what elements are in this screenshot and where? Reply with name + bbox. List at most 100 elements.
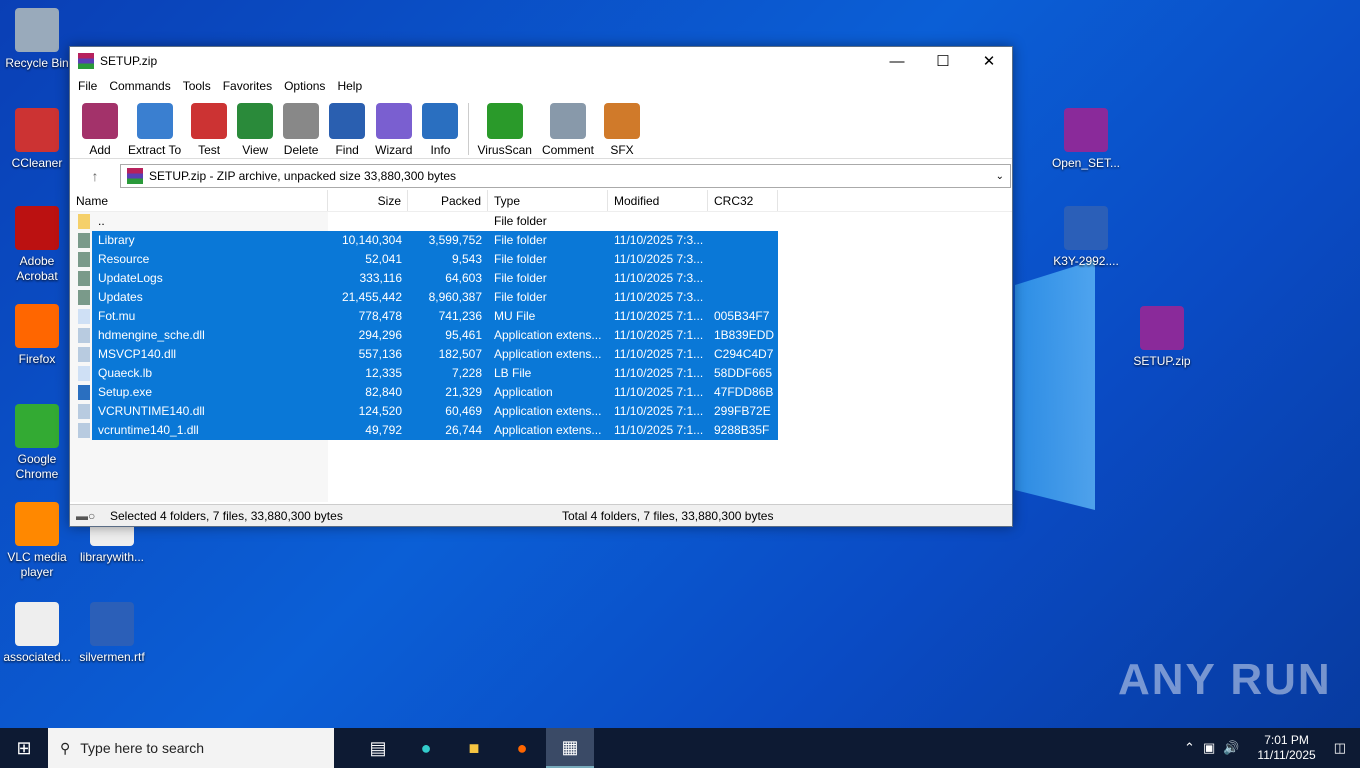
toolbar-extract-to-button[interactable]: Extract To [128, 103, 181, 157]
desktop-icon-image [15, 108, 59, 152]
toolbar-label: Test [198, 143, 221, 157]
desktop-icon[interactable]: Google Chrome [0, 404, 75, 482]
winrar-icon [78, 53, 94, 69]
title-bar[interactable]: SETUP.zip — ☐ ✕ [70, 47, 1012, 75]
desktop-icon[interactable]: Recycle Bin [0, 8, 75, 71]
cell-modified: 11/10/2025 7:1... [614, 309, 704, 323]
column-type[interactable]: Type [488, 190, 608, 211]
cell-packed: 21,329 [445, 385, 482, 399]
file-row[interactable]: Resource 52,041 9,543 File folder 11/10/2025… [70, 250, 1012, 269]
cell-name: Updates [98, 290, 143, 304]
toolbar-comment-button[interactable]: Comment [542, 103, 594, 157]
column-crc32[interactable]: CRC32 [708, 190, 778, 211]
folder-icon [78, 271, 90, 286]
desktop-icon[interactable]: associated... [0, 602, 75, 665]
toolbar-label: Add [89, 143, 111, 157]
desktop-icon-label: K3Y-2992.... [1053, 254, 1119, 268]
file-row[interactable]: UpdateLogs 333,116 64,603 File folder 11/10/… [70, 269, 1012, 288]
toolbar-find-button[interactable]: Find [329, 103, 366, 157]
toolbar-sfx-button[interactable]: SFX [603, 103, 640, 157]
task-view-icon[interactable]: ▤ [354, 728, 402, 768]
network-icon[interactable]: ▣ [1203, 740, 1215, 756]
column-modified[interactable]: Modified [608, 190, 708, 211]
desktop-icon[interactable]: K3Y-2992.... [1048, 206, 1124, 269]
file-row[interactable]: MSVCP140.dll 557,136 182,507 Application ex… [70, 345, 1012, 364]
desktop-icon[interactable]: VLC media player [0, 502, 75, 580]
menu-favorites[interactable]: Favorites [217, 79, 278, 93]
menu-tools[interactable]: Tools [177, 79, 217, 93]
edge-icon[interactable]: ● [402, 728, 450, 768]
file-row[interactable]: Quaeck.lb 12,335 7,228 LB File 11/10/2025 7:… [70, 364, 1012, 383]
toolbar-add-button[interactable]: Add [82, 103, 118, 157]
desktop-icon-label: VLC media player [7, 550, 67, 579]
firefox-icon[interactable]: ● [498, 728, 546, 768]
file-row[interactable]: Fot.mu 778,478 741,236 MU File 11/10/2025 7:… [70, 307, 1012, 326]
desktop-icon-image [15, 8, 59, 52]
volume-icon[interactable]: 🔊 [1223, 740, 1239, 756]
close-button[interactable]: ✕ [966, 47, 1012, 75]
comment-icon [549, 103, 586, 139]
file-row[interactable]: .. File folder [70, 212, 1012, 231]
column-size[interactable]: Size [328, 190, 408, 211]
file-row[interactable]: Library 10,140,304 3,599,752 File folder 11/… [70, 231, 1012, 250]
desktop-icon[interactable]: Firefox [0, 304, 75, 367]
toolbar-test-button[interactable]: Test [191, 103, 228, 157]
up-arrow-icon[interactable]: ↑ [70, 168, 120, 184]
toolbar-virusscan-button[interactable]: VirusScan [477, 103, 532, 157]
cell-size [328, 212, 408, 231]
clock[interactable]: 7:01 PM 11/11/2025 [1257, 733, 1315, 763]
cell-type: File folder [494, 271, 547, 285]
notifications-icon[interactable]: ◫ [1334, 740, 1346, 756]
cell-crc: 005B34F7 [714, 309, 770, 323]
toolbar-view-button[interactable]: View [237, 103, 274, 157]
file-row[interactable]: VCRUNTIME140.dll 124,520 60,469 Application… [70, 402, 1012, 421]
cell-crc: 47FDD86B [714, 385, 774, 399]
menu-file[interactable]: File [72, 79, 103, 93]
start-button[interactable]: ⊞ [0, 728, 48, 768]
desktop-icon-label: librarywith... [79, 550, 144, 564]
toolbar-info-button[interactable]: Info [422, 103, 459, 157]
cell-crc [708, 269, 778, 288]
cell-size: 294,296 [358, 328, 402, 342]
exe-icon [78, 385, 90, 400]
menu-help[interactable]: Help [331, 79, 368, 93]
desktop-icon[interactable]: CCleaner [0, 108, 75, 171]
file-row[interactable]: vcruntime140_1.dll 49,792 26,744 Applicatio… [70, 421, 1012, 440]
file-list[interactable]: Name Size Packed Type Modified CRC32 .. File f… [70, 190, 1012, 502]
maximize-button[interactable]: ☐ [920, 47, 966, 75]
cell-size: 333,116 [359, 271, 403, 285]
column-packed[interactable]: Packed [408, 190, 488, 211]
desktop-icon-label: silvermen.rtf [79, 650, 145, 664]
cell-modified: 11/10/2025 7:3... [614, 252, 704, 266]
cell-size: 52,041 [365, 252, 402, 266]
cell-size: 21,455,442 [341, 290, 402, 304]
search-placeholder: Type here to search [80, 740, 205, 756]
file-explorer-icon[interactable]: ■ [450, 728, 498, 768]
desktop-icon[interactable]: silvermen.rtf [74, 602, 150, 665]
cell-name: Setup.exe [98, 385, 153, 399]
desktop-icon[interactable]: SETUP.zip [1124, 306, 1200, 369]
menu-commands[interactable]: Commands [103, 79, 176, 93]
toolbar-label: SFX [610, 143, 634, 157]
clock-time: 7:01 PM [1264, 733, 1309, 747]
chevron-up-icon[interactable]: ⌃ [1184, 740, 1195, 756]
file-row[interactable]: Updates 21,455,442 8,960,387 File folder 11/… [70, 288, 1012, 307]
column-name[interactable]: Name [70, 190, 328, 211]
toolbar-wizard-button[interactable]: Wizard [375, 103, 412, 157]
cell-packed [408, 212, 488, 231]
dll-icon [78, 404, 90, 419]
desktop-icon[interactable]: Open_SET... [1048, 108, 1124, 171]
file-row[interactable]: hdmengine_sche.dll 294,296 95,461 Applicati… [70, 326, 1012, 345]
desktop-icon[interactable]: Adobe Acrobat [0, 206, 75, 284]
minimize-button[interactable]: — [874, 47, 920, 75]
chevron-down-icon[interactable]: ⌄ [996, 171, 1004, 182]
winrar-taskbar-icon[interactable]: ▦ [546, 728, 594, 768]
toolbar-label: Comment [541, 143, 594, 157]
toolbar-label: View [242, 143, 269, 157]
address-field[interactable]: SETUP.zip - ZIP archive, unpacked size 3… [120, 164, 1011, 188]
drive-icon: ▬○ [76, 508, 96, 523]
menu-options[interactable]: Options [278, 79, 331, 93]
file-row[interactable]: Setup.exe 82,840 21,329 Application 11/10/20… [70, 383, 1012, 402]
search-box[interactable]: ⚲ Type here to search [48, 728, 334, 768]
toolbar-delete-button[interactable]: Delete [283, 103, 320, 157]
